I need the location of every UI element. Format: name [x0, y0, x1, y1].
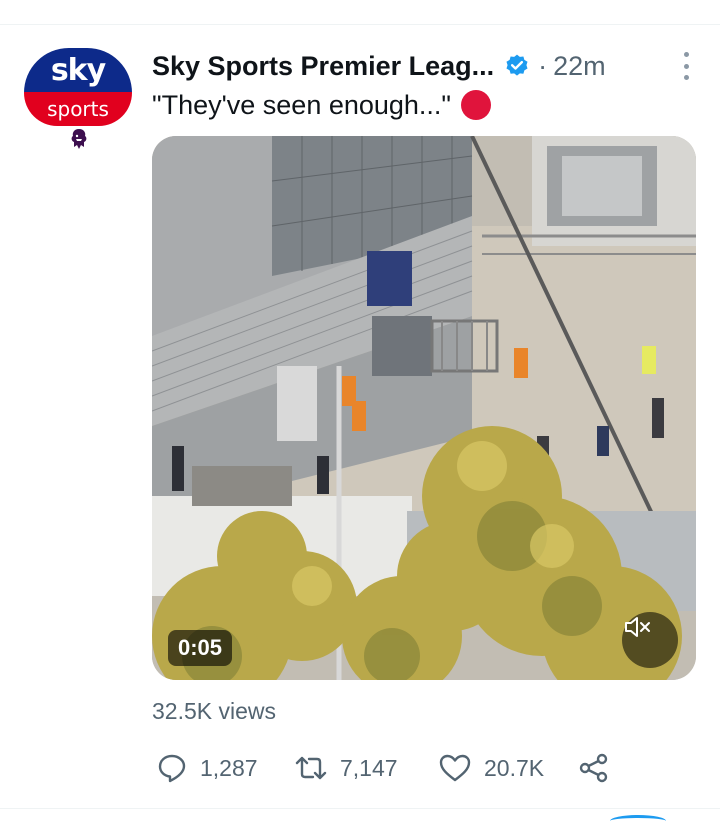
heart-icon	[439, 754, 471, 782]
like-button[interactable]: 20.7K	[438, 748, 544, 788]
video-frame	[152, 136, 696, 680]
bottom-divider	[0, 808, 720, 809]
speaker-muted-icon	[625, 617, 650, 637]
share-icon	[579, 753, 608, 783]
retweet-icon	[295, 756, 327, 780]
logo-text-bottom: sports	[47, 97, 109, 121]
view-count: 32.5K views	[152, 698, 277, 724]
like-count: 20.7K	[484, 754, 545, 781]
separator-dot: ·	[538, 50, 548, 81]
tweet-actions: 1,287 7,147 20.7K	[152, 748, 632, 788]
tweet-text: "They've seen enough..."	[152, 86, 492, 124]
red-circle-emoji-icon	[461, 90, 492, 120]
reply-count: 1,287	[200, 754, 258, 781]
author-display-name[interactable]: Sky Sports Premier Leag...	[152, 51, 494, 82]
reply-button[interactable]: 1,287	[156, 748, 258, 788]
reply-icon	[158, 754, 186, 783]
retweet-button[interactable]: 7,147	[294, 748, 398, 788]
tweet-header: Sky Sports Premier Leag... · 22m	[152, 46, 702, 86]
logo-text-top: sky	[50, 52, 106, 88]
next-tweet-avatar-peek	[610, 815, 666, 821]
avatar[interactable]: sky sports	[24, 48, 132, 149]
tweet-text-content: "They've seen enough..."	[152, 89, 452, 120]
more-options-icon[interactable]	[682, 52, 690, 80]
top-divider	[0, 24, 720, 25]
video-player[interactable]: 0:05	[152, 136, 696, 680]
retweet-count: 7,147	[340, 754, 398, 781]
share-button[interactable]	[578, 748, 610, 788]
sky-sports-logo: sky sports	[24, 48, 132, 126]
verified-badge-icon	[506, 54, 528, 76]
video-duration: 0:05	[168, 630, 233, 666]
mute-button[interactable]	[622, 612, 678, 668]
timestamp[interactable]: 22m	[553, 51, 606, 82]
premier-league-lion-icon	[71, 129, 87, 149]
